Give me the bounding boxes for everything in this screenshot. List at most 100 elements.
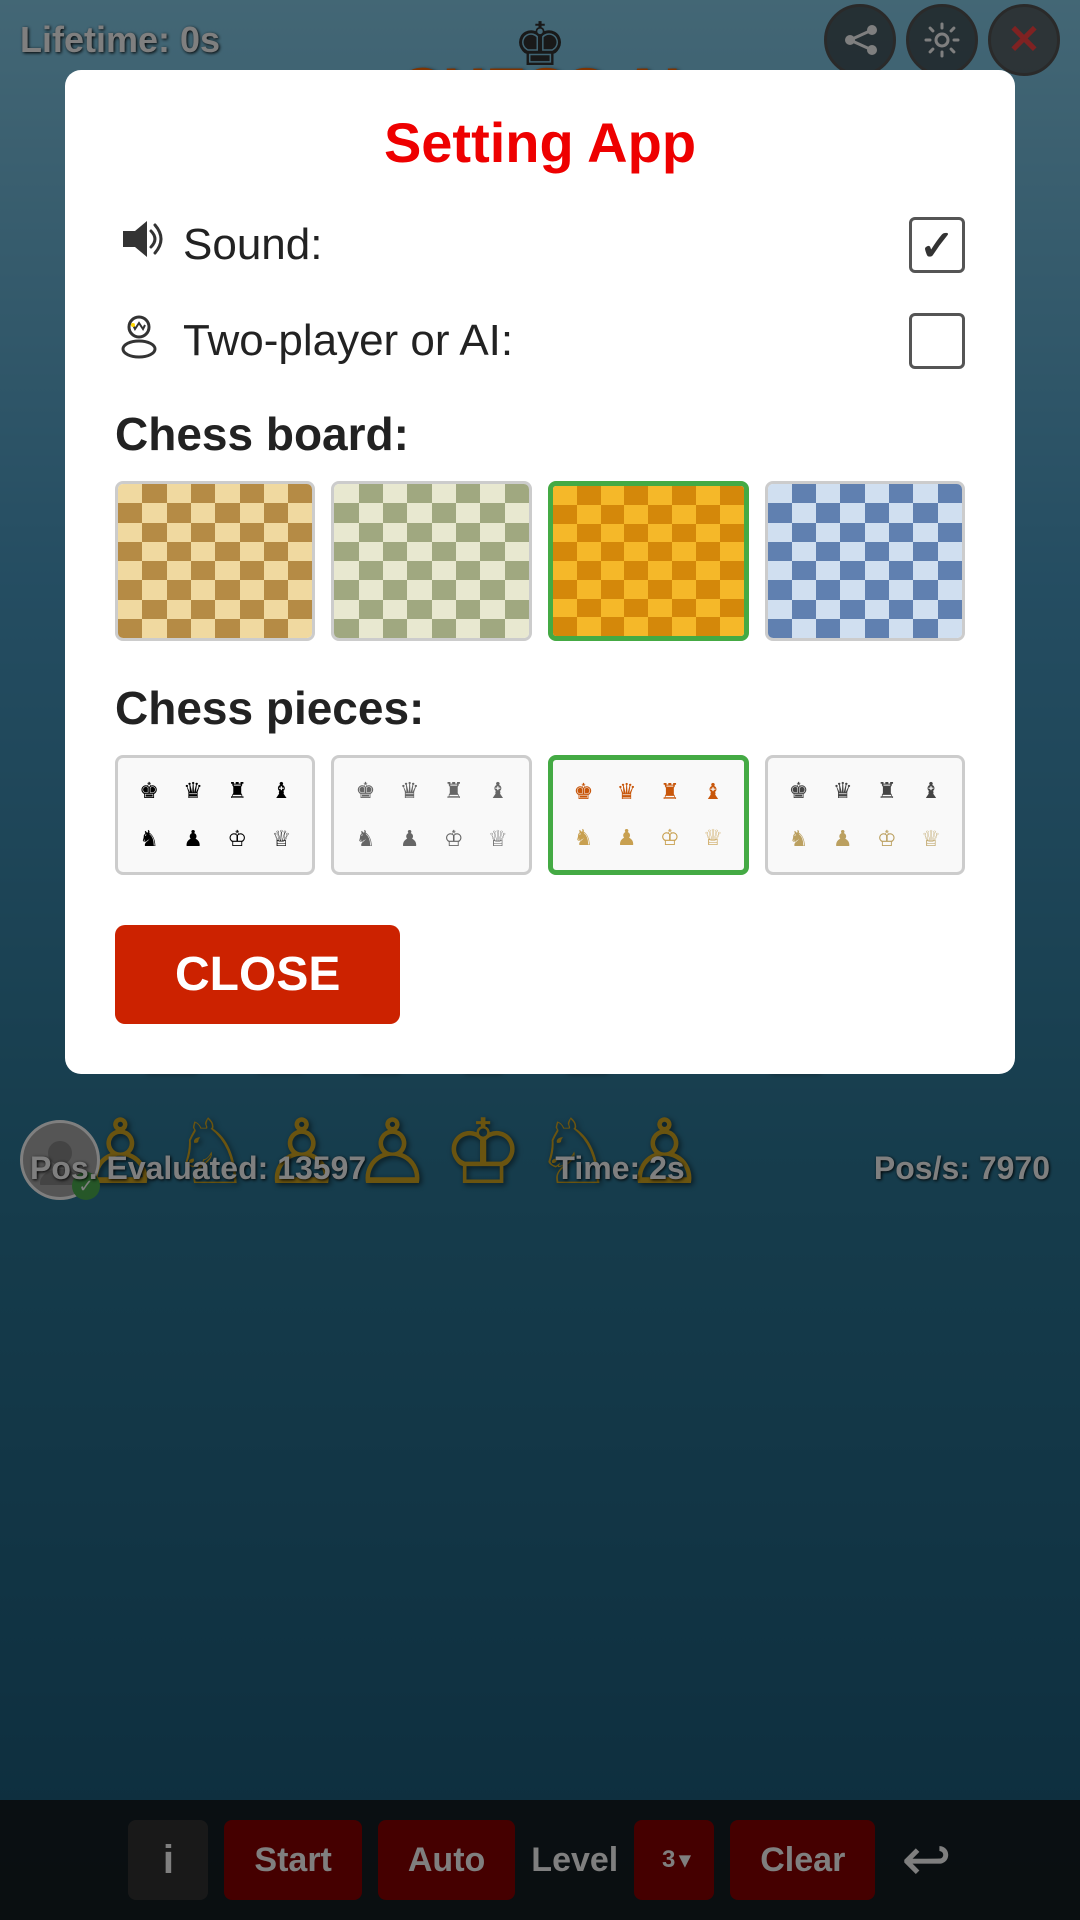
mini-board-cell <box>407 580 431 599</box>
mini-board-cell <box>383 600 407 619</box>
mini-board-cell <box>118 484 142 503</box>
mini-board-cell <box>938 561 962 580</box>
mini-board-cell <box>816 600 840 619</box>
mini-board-cell <box>720 542 744 561</box>
mini-board-cell <box>432 619 456 638</box>
mini-board-cell <box>264 503 288 522</box>
mini-board-cell <box>383 542 407 561</box>
mini-board-cell <box>359 580 383 599</box>
mini-board-cell <box>505 503 529 522</box>
mini-board-cell <box>288 523 312 542</box>
mini-board-cell <box>913 503 937 522</box>
mini-board-gold <box>553 486 744 636</box>
mini-board-cell <box>191 600 215 619</box>
pieces-option-3[interactable]: ♚♛♜♝ ♞♟♔♕ <box>548 755 749 875</box>
sound-label: Sound: <box>183 220 909 270</box>
mini-board-cell <box>913 561 937 580</box>
mini-board-cell <box>167 561 191 580</box>
mini-board-cell <box>334 580 358 599</box>
mini-board-cell <box>577 524 601 543</box>
mini-board-cell <box>167 542 191 561</box>
mini-board-cell <box>648 505 672 524</box>
sound-checkbox[interactable] <box>909 217 965 273</box>
mini-board-cell <box>215 580 239 599</box>
two-player-setting-row: Two-player or AI: <box>115 311 965 371</box>
mini-board-cell <box>142 561 166 580</box>
mini-board-cell <box>768 580 792 599</box>
mini-board-cell <box>720 561 744 580</box>
mini-board-cell <box>889 484 913 503</box>
mini-board-cell <box>167 484 191 503</box>
mini-board-cell <box>624 580 648 599</box>
mini-board-cell <box>288 600 312 619</box>
board-option-classic[interactable] <box>115 481 315 641</box>
mini-board-cell <box>432 484 456 503</box>
mini-board-cell <box>118 561 142 580</box>
mini-board-cell <box>889 619 913 638</box>
mini-board-cell <box>215 561 239 580</box>
mini-board-cell <box>913 619 937 638</box>
mini-board-cell <box>601 505 625 524</box>
mini-board-cell <box>553 486 577 505</box>
mini-board-cell <box>601 542 625 561</box>
mini-board-cell <box>432 523 456 542</box>
mini-board-cell <box>672 580 696 599</box>
two-player-label: Two-player or AI: <box>183 316 909 366</box>
mini-board-cell <box>672 617 696 636</box>
mini-board-cell <box>142 619 166 638</box>
mini-board-cell <box>648 580 672 599</box>
mini-board-cell <box>553 542 577 561</box>
mini-board-cell <box>720 524 744 543</box>
mini-board-cell <box>215 542 239 561</box>
mini-board-cell <box>334 484 358 503</box>
mini-board-cell <box>672 599 696 618</box>
mini-board-cell <box>865 542 889 561</box>
mini-board-cell <box>816 542 840 561</box>
close-button[interactable]: CLOSE <box>115 925 400 1024</box>
pieces-option-2[interactable]: ♚♛♜♝ ♞♟♔♕ <box>331 755 531 875</box>
two-player-checkbox[interactable] <box>909 313 965 369</box>
mini-board-cell <box>142 600 166 619</box>
mini-board-cell <box>118 580 142 599</box>
mini-board-cell <box>359 542 383 561</box>
mini-board-cell <box>648 561 672 580</box>
mini-board-cell <box>792 561 816 580</box>
mini-board-cell <box>191 523 215 542</box>
mini-board-cell <box>889 503 913 522</box>
mini-board-cell <box>792 523 816 542</box>
mini-board-cell <box>288 561 312 580</box>
mini-board-cell <box>480 484 504 503</box>
mini-board-cell <box>577 617 601 636</box>
mini-board-cell <box>505 542 529 561</box>
mini-board-cell <box>480 523 504 542</box>
board-option-blue[interactable] <box>765 481 965 641</box>
mini-board-cell <box>288 542 312 561</box>
mini-board-cell <box>889 561 913 580</box>
mini-board-cell <box>505 580 529 599</box>
mini-board-cell <box>720 617 744 636</box>
mini-board-cell <box>118 619 142 638</box>
pieces-option-1[interactable]: ♚♛♜♝ ♞♟♔♕ <box>115 755 315 875</box>
mini-board-cell <box>648 617 672 636</box>
pieces-grid-1: ♚♛♜♝ ♞♟♔♕ <box>124 764 306 866</box>
mini-board-cell <box>407 561 431 580</box>
chess-board-section-label: Chess board: <box>115 407 965 461</box>
mini-board-cell <box>553 580 577 599</box>
mini-board-cell <box>407 484 431 503</box>
pieces-option-4[interactable]: ♚♛♜♝ ♞♟♔♕ <box>765 755 965 875</box>
mini-board-cell <box>288 484 312 503</box>
mini-board-cell <box>432 542 456 561</box>
mini-board-cell <box>215 600 239 619</box>
mini-board-cell <box>816 523 840 542</box>
mini-board-cell <box>456 542 480 561</box>
mini-board-cell <box>240 561 264 580</box>
mini-board-cell <box>359 561 383 580</box>
board-option-gold[interactable] <box>548 481 749 641</box>
mini-board-cell <box>816 580 840 599</box>
pieces-grid-4: ♚♛♜♝ ♞♟♔♕ <box>774 764 956 866</box>
mini-board-cell <box>167 523 191 542</box>
mini-board-cell <box>553 524 577 543</box>
board-option-gray[interactable] <box>331 481 531 641</box>
mini-board-cell <box>264 561 288 580</box>
mini-board-cell <box>288 503 312 522</box>
